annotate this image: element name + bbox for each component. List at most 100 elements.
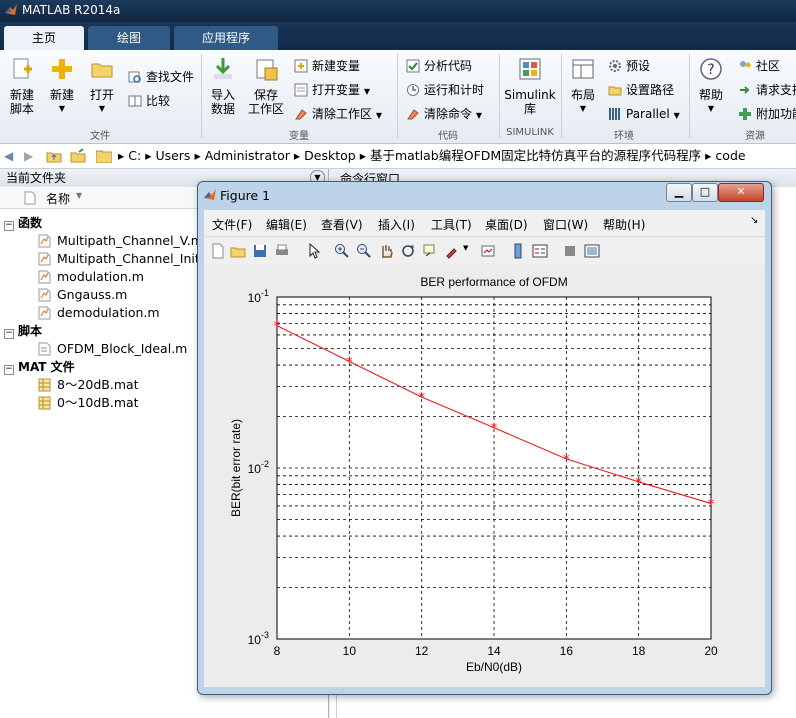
breadcrumb-item[interactable]: Desktop: [304, 148, 356, 163]
parallel-button[interactable]: Parallel ▼: [608, 104, 680, 124]
current-folder-icon: [96, 150, 112, 163]
analyze-code-button[interactable]: 分析代码: [406, 56, 472, 76]
x-tick-label: 16: [560, 644, 574, 658]
section-functions[interactable]: − 函数: [4, 214, 42, 232]
section-label: MAT 文件: [18, 360, 75, 374]
clear-commands-button[interactable]: 清除命令 ▼: [406, 104, 482, 124]
figure-window[interactable]: Figure 1 ▁ □ ✕ 文件(F) 编辑(E) 查看(V) 插入(I) 工…: [197, 181, 772, 695]
save-workspace-button[interactable]: 保存 工作区: [246, 56, 286, 116]
open-button[interactable]: 打开 ▼: [86, 56, 118, 116]
hide-plot-tools-icon[interactable]: [562, 243, 578, 259]
breadcrumb-item[interactable]: 基于matlab编程OFDM固定比特仿真平台的源程序代码程序: [370, 148, 701, 163]
collapse-icon[interactable]: −: [4, 221, 14, 231]
help-button[interactable]: ? 帮助 ▼: [694, 56, 728, 116]
menu-insert[interactable]: 插入(I): [378, 216, 415, 233]
pan-icon[interactable]: [378, 243, 394, 259]
compare-button[interactable]: 比较: [128, 91, 170, 111]
figure-toolbar: ▼: [204, 236, 765, 265]
import-data-button[interactable]: 导入 数据: [206, 56, 240, 116]
rotate-3d-icon[interactable]: [400, 243, 416, 259]
figure-canvas[interactable]: 8 10 12 14 16 18 20 10-1 10-2 10-3 BER performanc…: [204, 265, 765, 687]
menu-tools[interactable]: 工具(T): [431, 216, 472, 233]
menu-window[interactable]: 窗口(W): [543, 216, 588, 233]
print-icon[interactable]: [274, 243, 290, 259]
menu-view[interactable]: 查看(V): [321, 216, 363, 233]
file-name: Multipath_Channel_Init_T: [57, 251, 214, 266]
clear-workspace-icon: [295, 109, 307, 120]
file-name: modulation.m: [57, 269, 144, 284]
data-cursor-icon[interactable]: [422, 243, 438, 259]
brush-icon[interactable]: [444, 243, 460, 259]
new-script-button[interactable]: 新建 脚本: [6, 56, 38, 116]
new-variable-button[interactable]: 新建变量: [294, 56, 360, 76]
open-file-icon[interactable]: [230, 243, 246, 259]
legend-icon[interactable]: [532, 243, 548, 259]
open-variable-icon: [294, 83, 308, 97]
back-arrow-icon[interactable]: ◀: [4, 149, 13, 163]
minimize-button[interactable]: ▁: [666, 183, 692, 202]
zoom-in-icon[interactable]: [334, 243, 350, 259]
collapse-icon[interactable]: −: [4, 365, 14, 375]
breadcrumb-item[interactable]: Users: [155, 148, 190, 163]
open-variable-button[interactable]: 打开变量 ▼: [294, 80, 370, 100]
new-button[interactable]: 新建 ▼: [46, 56, 78, 116]
sort-arrow-icon[interactable]: ▼: [76, 191, 82, 200]
find-files-button[interactable]: 查找文件: [128, 67, 194, 87]
set-path-label: 设置路径: [626, 83, 675, 97]
simulink-library-button[interactable]: Simulink 库: [504, 56, 556, 116]
preferences-label: 预设: [626, 59, 651, 73]
menubar-dock-icon[interactable]: ↘: [750, 215, 758, 226]
set-path-button[interactable]: 设置路径: [608, 80, 674, 100]
chevron-down-icon: ▼: [375, 111, 382, 120]
matlab-logo-icon: [5, 4, 17, 15]
menu-edit[interactable]: 编辑(E): [266, 216, 307, 233]
new-icon: [52, 59, 72, 79]
save-icon[interactable]: [252, 243, 268, 259]
request-support-button[interactable]: 请求支持: [738, 80, 796, 100]
x-tick-label: 14: [487, 644, 501, 658]
section-label: 脚本: [18, 324, 43, 338]
menu-file[interactable]: 文件(F): [212, 216, 252, 233]
addons-button[interactable]: 附加功能: [738, 104, 796, 124]
menu-help[interactable]: 帮助(H): [603, 216, 645, 233]
colorbar-icon[interactable]: [510, 243, 526, 259]
chevron-down-icon: ▼: [363, 87, 370, 96]
tab-home[interactable]: 主页: [4, 26, 84, 50]
simulink-library-label: Simulink 库: [504, 88, 556, 116]
breadcrumb-separator: ▸: [145, 148, 156, 163]
preferences-button[interactable]: 预设: [608, 56, 650, 76]
show-plot-tools-icon[interactable]: [584, 243, 600, 259]
layout-icon: [572, 59, 594, 79]
forward-arrow-icon[interactable]: ▶: [24, 149, 33, 163]
up-folder-icon[interactable]: [46, 148, 62, 164]
browse-folder-icon[interactable]: [70, 148, 86, 164]
section-scripts[interactable]: − 脚本: [4, 322, 42, 340]
collapse-icon[interactable]: −: [4, 329, 14, 339]
close-button[interactable]: ✕: [718, 183, 764, 202]
menu-desktop[interactable]: 桌面(D): [485, 216, 528, 233]
file-name: demodulation.m: [57, 305, 160, 320]
layout-button[interactable]: 布局 ▼: [566, 56, 600, 116]
name-column-header[interactable]: 名称: [46, 190, 70, 207]
link-plot-icon[interactable]: [480, 243, 496, 259]
community-button[interactable]: 社区: [738, 56, 780, 76]
breadcrumb-separator: ▸: [194, 148, 205, 163]
ber-plot[interactable]: 8 10 12 14 16 18 20 10-1 10-2 10-3 BER performanc…: [204, 265, 765, 687]
run-and-time-button[interactable]: 运行和计时: [406, 80, 484, 100]
maximize-button[interactable]: □: [692, 183, 718, 202]
group-resources-label: 资源: [745, 131, 765, 142]
tab-plots[interactable]: 绘图: [88, 26, 170, 50]
chevron-down-icon[interactable]: ▼: [463, 244, 468, 252]
breadcrumb-item[interactable]: Administrator: [205, 148, 290, 163]
tab-apps[interactable]: 应用程序: [174, 26, 278, 50]
breadcrumb-item[interactable]: code: [715, 148, 745, 163]
matlab-logo-icon: [204, 189, 216, 200]
breadcrumb-item[interactable]: C:: [128, 148, 141, 163]
compare-label: 比较: [146, 94, 171, 108]
pointer-icon[interactable]: [306, 243, 322, 259]
simulink-library-icon: [519, 58, 541, 80]
new-figure-icon[interactable]: [210, 243, 226, 259]
section-mat-files[interactable]: − MAT 文件: [4, 358, 75, 376]
clear-workspace-button[interactable]: 清除工作区 ▼: [294, 104, 382, 124]
zoom-out-icon[interactable]: [356, 243, 372, 259]
